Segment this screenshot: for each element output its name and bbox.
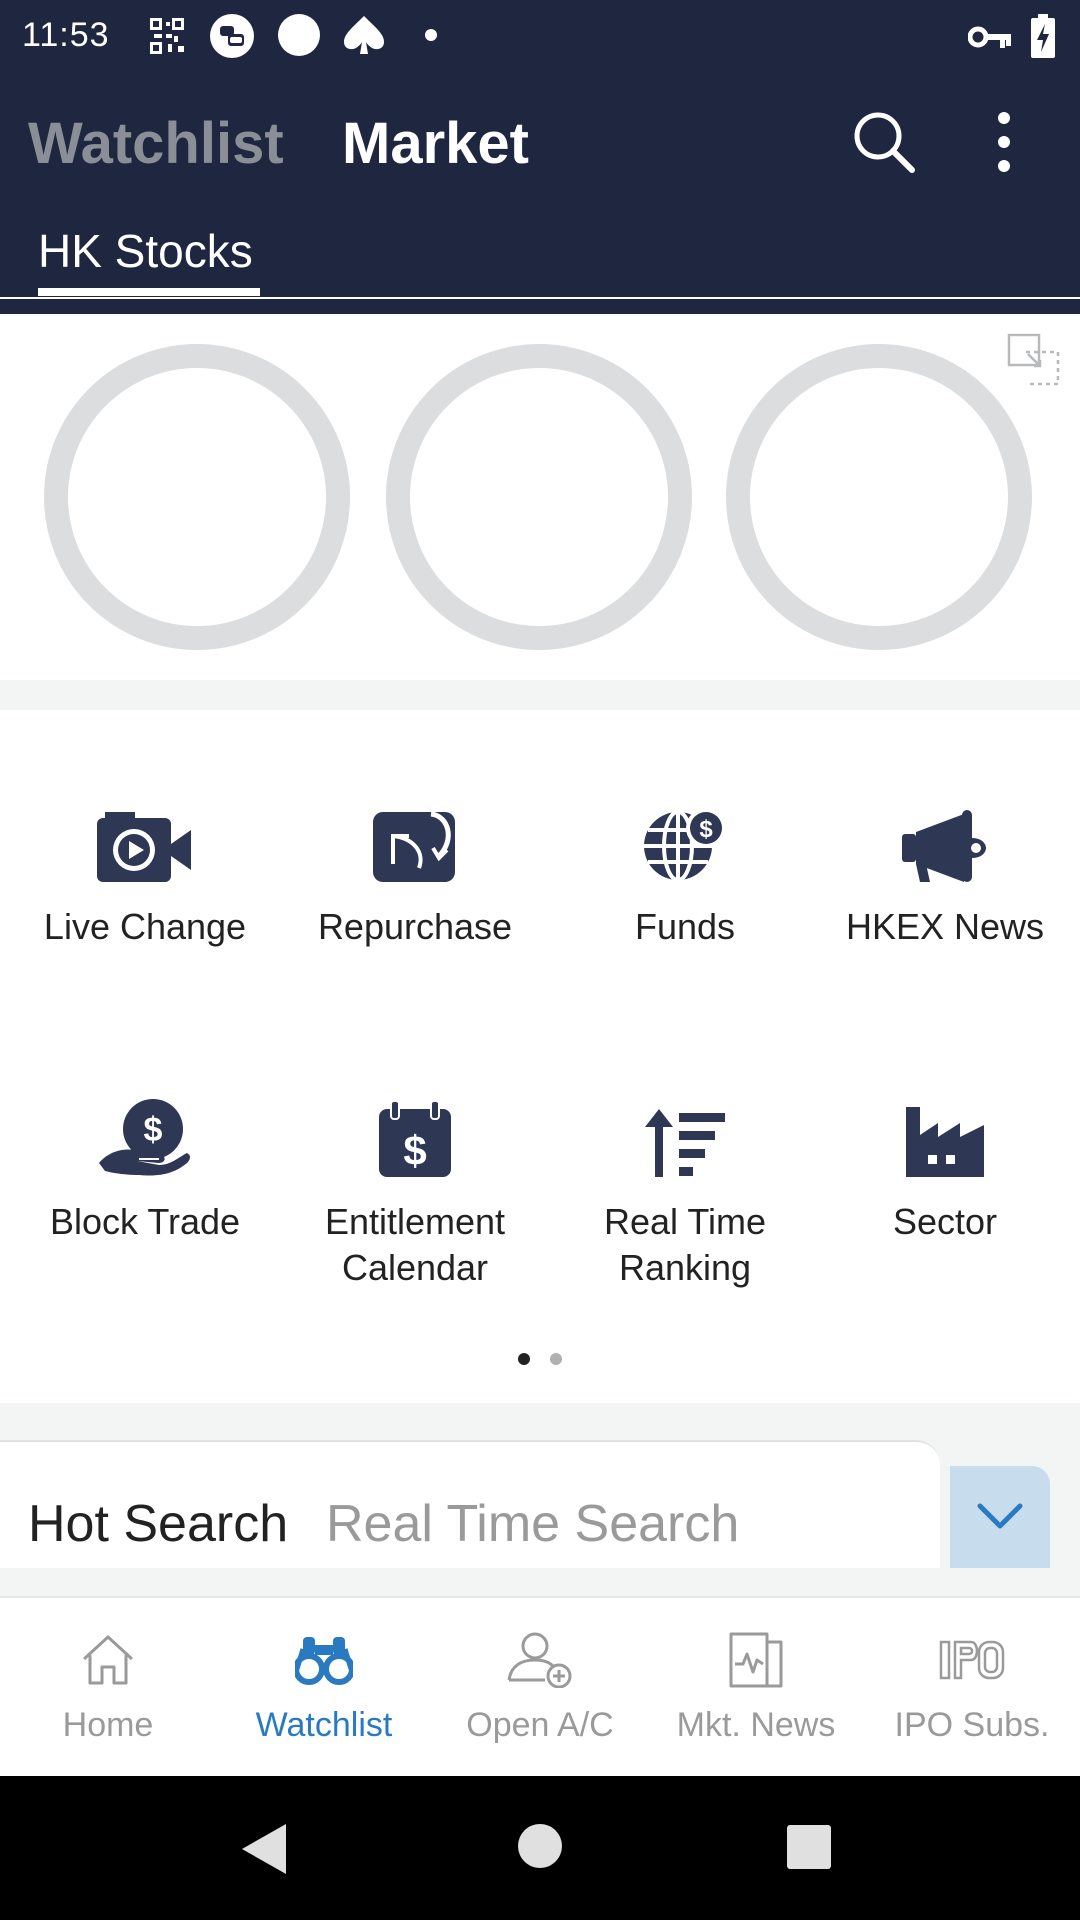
hot-search-card: Hot Search Real Time Search <box>0 1440 940 1568</box>
qr-icon <box>150 18 184 54</box>
video-play-icon <box>97 812 191 882</box>
chevron-down-icon <box>977 1503 1023 1529</box>
dot-icon <box>425 29 437 41</box>
feature-label: Live Change <box>43 906 247 947</box>
status-bar: 11:53 <box>0 0 1080 74</box>
nav-home[interactable]: Home <box>0 1628 216 1745</box>
feature-label: HKEX News <box>845 906 1045 947</box>
search-icon[interactable] <box>852 110 916 174</box>
factory-icon <box>906 1107 984 1177</box>
expand-hot-search-button[interactable] <box>950 1466 1050 1568</box>
feature-real-time-ranking[interactable]: Real Time Ranking <box>550 1077 820 1291</box>
nav-market-news[interactable]: Mkt. News <box>648 1628 864 1745</box>
svg-text:$: $ <box>144 1111 163 1149</box>
feature-hkex-news[interactable]: HKEX News <box>810 782 1080 950</box>
hot-search-section: Hot Search Real Time Search <box>0 1440 1080 1568</box>
globe-dollar-icon: $ <box>644 808 726 882</box>
nav-label: Watchlist <box>255 1706 393 1744</box>
svg-text:$: $ <box>403 1127 426 1174</box>
index-gauge[interactable] <box>44 344 350 650</box>
real-time-search-tab[interactable]: Real Time Search <box>326 1494 739 1554</box>
calendar-dollar-icon: $ <box>379 1101 451 1177</box>
feature-sector[interactable]: Sector <box>810 1077 1080 1245</box>
chat-icon <box>210 14 254 58</box>
index-gauge[interactable] <box>726 344 1032 650</box>
nav-watchlist[interactable]: Watchlist <box>216 1628 432 1745</box>
tab-market[interactable]: Market <box>342 110 529 177</box>
expand-icon[interactable] <box>1006 332 1062 388</box>
page-dot-active[interactable] <box>517 1353 530 1365</box>
battery-charging-icon <box>1031 14 1055 58</box>
feature-label: Entitlement Calendar <box>324 1201 506 1288</box>
circle-icon <box>278 14 320 56</box>
nav-label: Open A/C <box>466 1706 614 1744</box>
hot-search-title[interactable]: Hot Search <box>28 1494 288 1554</box>
system-nav-bar <box>0 1776 1080 1920</box>
binoculars-icon <box>295 1637 353 1685</box>
spade-icon <box>344 16 384 54</box>
home-circle-icon[interactable] <box>516 1822 564 1870</box>
svg-text:$: $ <box>699 816 713 843</box>
feature-funds[interactable]: $ Funds <box>550 782 820 950</box>
nav-label: Home <box>62 1706 154 1744</box>
feature-entitlement-calendar[interactable]: $ Entitlement Calendar <box>280 1077 550 1291</box>
section-divider <box>0 680 1080 710</box>
back-icon[interactable] <box>240 1822 288 1876</box>
repurchase-icon <box>373 811 455 882</box>
megaphone-icon <box>902 810 986 882</box>
feature-label: Funds <box>634 906 736 947</box>
more-vert-icon[interactable] <box>990 110 1018 174</box>
recents-icon[interactable] <box>786 1824 832 1870</box>
nav-open-account[interactable]: Open A/C <box>432 1628 648 1745</box>
ranking-arrow-icon <box>645 1109 725 1177</box>
feature-label: Real Time Ranking <box>603 1201 767 1288</box>
feature-label: Block Trade <box>49 1201 241 1242</box>
status-time: 11:53 <box>22 16 110 54</box>
page-dot[interactable] <box>550 1353 563 1365</box>
nav-label: IPO Subs. <box>894 1706 1050 1744</box>
nav-label: Mkt. News <box>676 1706 836 1744</box>
app-header: Watchlist Market HK Stocks <box>0 74 1080 314</box>
header-divider <box>0 297 1080 299</box>
feature-repurchase[interactable]: Repurchase <box>280 782 550 950</box>
hand-dollar-icon: $ <box>99 1099 190 1176</box>
feature-label: Sector <box>892 1201 998 1242</box>
subtab-hk-stocks[interactable]: HK Stocks <box>38 224 253 278</box>
feature-label: Repurchase <box>317 906 513 947</box>
bottom-nav: Home Watchlist Open A/C Mkt. News IPO Su… <box>0 1596 1080 1776</box>
index-gauges <box>0 314 1080 680</box>
home-icon <box>82 1635 134 1685</box>
index-gauge[interactable] <box>386 344 692 650</box>
subtab-indicator <box>38 288 260 296</box>
feature-live-change[interactable]: Live Change <box>10 782 280 950</box>
feature-block-trade[interactable]: $ Block Trade <box>10 1077 280 1245</box>
nav-ipo-subscription[interactable]: IPO Subs. <box>864 1628 1080 1745</box>
add-user-icon <box>507 1632 572 1688</box>
feature-grid: Live Change Repurchase $ Funds HKEX News… <box>0 710 1080 1403</box>
ipo-icon <box>939 1640 1005 1680</box>
page-indicator <box>0 1352 1080 1366</box>
tab-watchlist[interactable]: Watchlist <box>28 110 284 177</box>
vpn-key-icon <box>968 26 1011 48</box>
news-icon <box>729 1632 783 1688</box>
